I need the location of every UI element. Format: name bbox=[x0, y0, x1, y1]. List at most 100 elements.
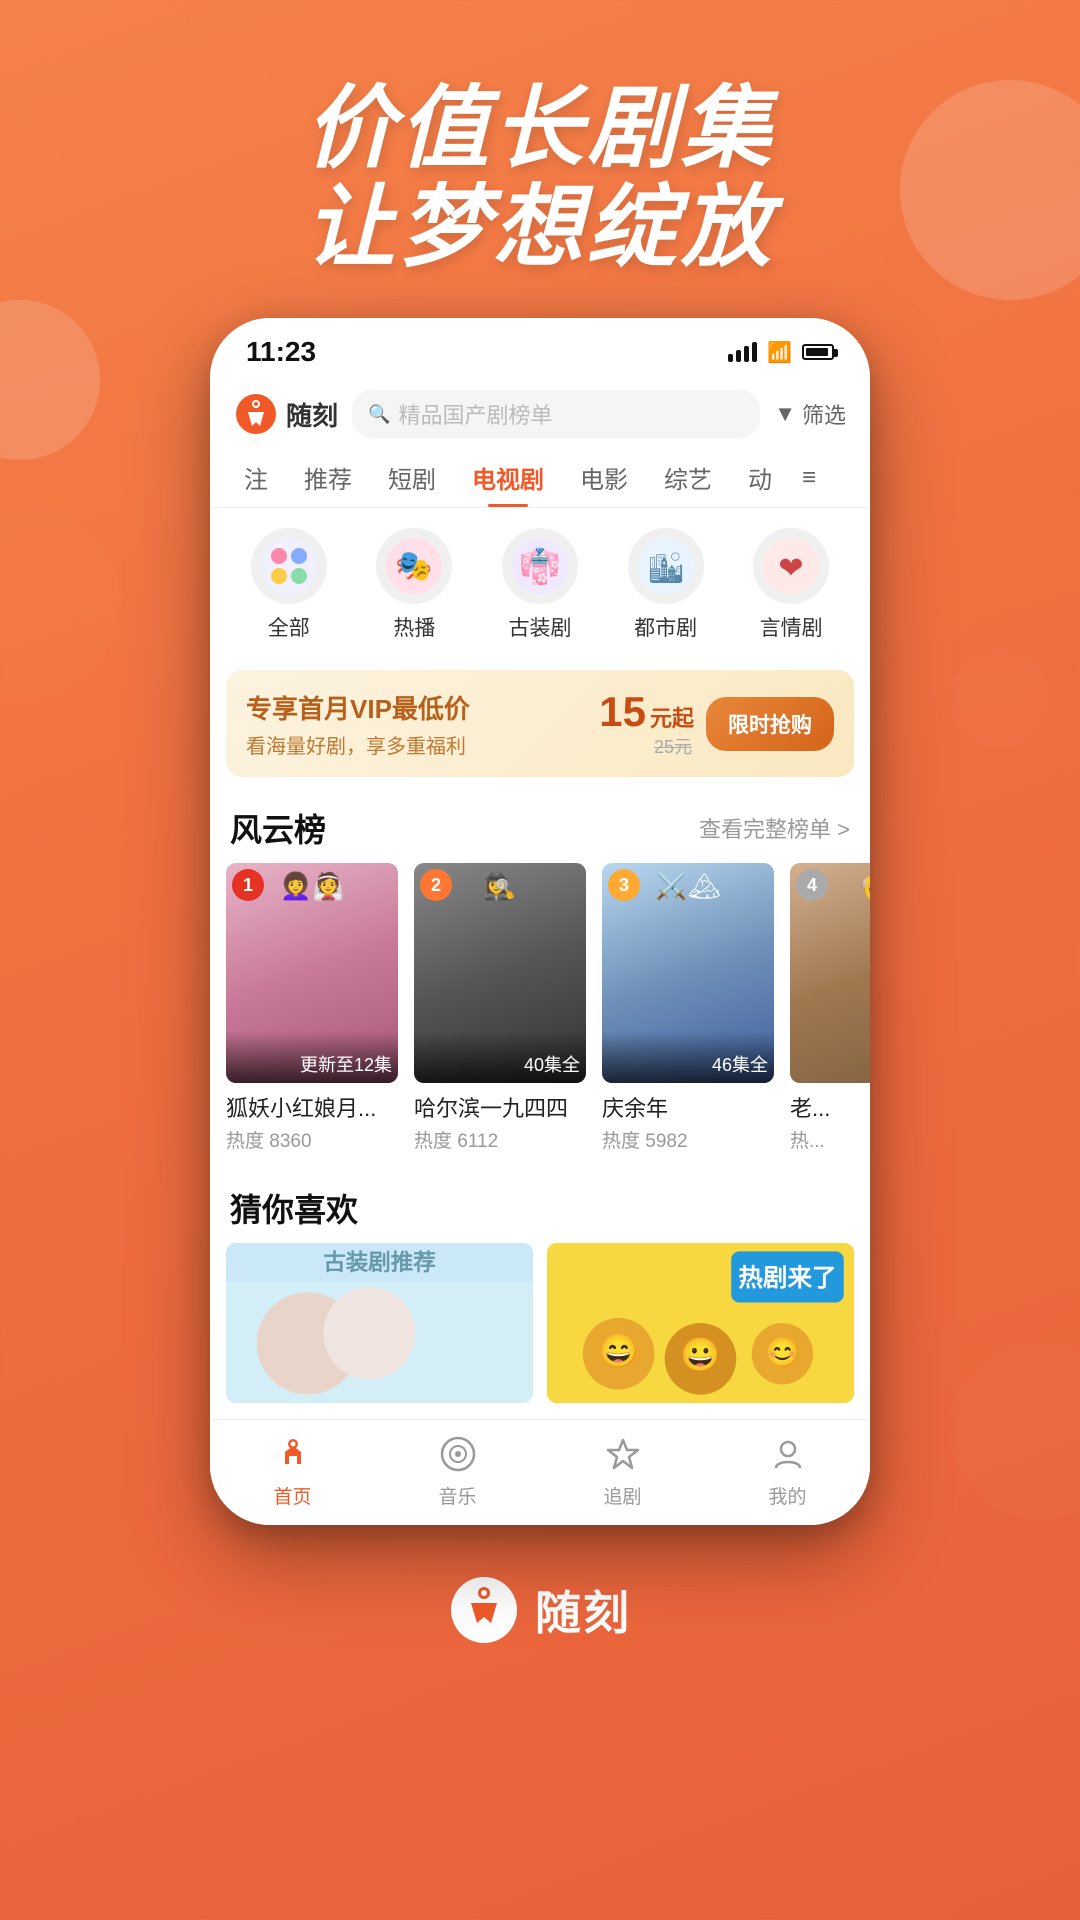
category-all-label: 全部 bbox=[268, 612, 310, 642]
category-ancient[interactable]: 👘 古装剧 bbox=[490, 528, 590, 642]
category-all[interactable]: 全部 bbox=[239, 528, 339, 642]
battery-icon bbox=[802, 344, 834, 360]
signal-icon bbox=[728, 342, 757, 362]
search-icon: 🔍 bbox=[368, 404, 390, 425]
svg-text:古装剧推荐: 古装剧推荐 bbox=[323, 1250, 436, 1275]
profile-icon bbox=[766, 1432, 810, 1476]
tab-animation[interactable]: 动 bbox=[730, 448, 790, 507]
drama-heat-2: 热度 6112 bbox=[414, 1126, 586, 1153]
phone-mockup: 11:23 📶 bbox=[0, 318, 1080, 1525]
drama-card-4[interactable]: 👴 4 老... 热... bbox=[790, 863, 870, 1153]
nav-home[interactable]: 首页 bbox=[271, 1432, 315, 1509]
music-icon bbox=[436, 1432, 480, 1476]
category-romance[interactable]: ❤ 言情剧 bbox=[741, 528, 841, 642]
tab-tvdrama[interactable]: 电视剧 bbox=[454, 448, 562, 507]
nav-follow[interactable]: 追剧 bbox=[601, 1432, 645, 1509]
follow-icon bbox=[601, 1432, 645, 1476]
episode-badge-3: 46集全 bbox=[602, 1031, 774, 1083]
brand-name-text: 随刻 bbox=[535, 1577, 631, 1643]
tab-variety[interactable]: 综艺 bbox=[646, 448, 730, 507]
nav-profile-label: 我的 bbox=[768, 1482, 806, 1509]
app-logo: 随刻 bbox=[234, 392, 338, 436]
search-bar[interactable]: 🔍 精品国产剧榜单 bbox=[352, 390, 760, 438]
vip-price-unit: 元起 bbox=[650, 701, 694, 733]
vip-main-text: 专享首月VIP最低价 bbox=[246, 689, 587, 726]
category-hot-label: 热播 bbox=[393, 612, 435, 642]
recommend-header: 猜你喜欢 bbox=[210, 1169, 870, 1243]
episode-badge-2: 40集全 bbox=[414, 1031, 586, 1083]
recommend-title: 猜你喜欢 bbox=[230, 1185, 358, 1231]
svg-text:❤: ❤ bbox=[779, 552, 804, 585]
vip-price-block: 15 元起 25元 bbox=[599, 688, 694, 759]
status-bar: 11:23 📶 bbox=[210, 318, 870, 376]
recommend-list: 古装剧推荐 热剧来了 😄 😀 😊 bbox=[210, 1243, 870, 1419]
drama-name-4: 老... bbox=[790, 1091, 870, 1123]
rank-badge-1: 1 bbox=[232, 869, 264, 901]
wifi-icon: 📶 bbox=[767, 340, 792, 365]
svg-text:热剧来了: 热剧来了 bbox=[738, 1264, 836, 1292]
tab-recommend[interactable]: 推荐 bbox=[286, 448, 370, 507]
rank-badge-2: 2 bbox=[420, 869, 452, 901]
recommend-card-1[interactable]: 古装剧推荐 bbox=[226, 1243, 533, 1403]
bottom-brand: 随刻 bbox=[0, 1525, 1080, 1685]
brand-logo-icon bbox=[449, 1575, 519, 1645]
rank-badge-3: 3 bbox=[608, 869, 640, 901]
bottom-nav: 首页 音乐 bbox=[210, 1419, 870, 1525]
category-romance-label: 言情剧 bbox=[760, 612, 823, 642]
category-romance-icon: ❤ bbox=[753, 528, 829, 604]
tab-movie[interactable]: 电影 bbox=[562, 448, 646, 507]
filter-icon: ▼ bbox=[774, 401, 796, 427]
drama-poster-4: 👴 4 bbox=[790, 863, 870, 1083]
category-urban[interactable]: 🏙 都市剧 bbox=[616, 528, 716, 642]
vip-sub-text: 看海量好剧，享多重福利 bbox=[246, 730, 587, 759]
bg-decoration-5 bbox=[950, 650, 1050, 750]
svg-text:🏙: 🏙 bbox=[647, 552, 685, 585]
tab-shortdrama[interactable]: 短剧 bbox=[370, 448, 454, 507]
recommend-card-2[interactable]: 热剧来了 😄 😀 😊 bbox=[547, 1243, 854, 1403]
drama-heat-3: 热度 5982 bbox=[602, 1126, 774, 1153]
svg-text:😊: 😊 bbox=[765, 1336, 801, 1369]
drama-poster-2: 🕵️‍♀️ 2 40集全 bbox=[414, 863, 586, 1083]
rankings-title: 风云榜 bbox=[230, 805, 326, 851]
svg-text:🎭: 🎭 bbox=[396, 550, 433, 583]
search-placeholder-text: 精品国产剧榜单 bbox=[398, 398, 552, 430]
vip-purchase-button[interactable]: 限时抢购 bbox=[706, 697, 834, 751]
drama-card-1[interactable]: 👩‍🦱👰 1 更新至12集 狐妖小红娘月... 热度 8360 bbox=[226, 863, 398, 1153]
category-all-icon bbox=[251, 528, 327, 604]
nav-music[interactable]: 音乐 bbox=[436, 1432, 480, 1509]
status-time: 11:23 bbox=[246, 336, 316, 368]
nav-home-label: 首页 bbox=[273, 1482, 311, 1509]
tab-subscription[interactable]: 注 bbox=[226, 448, 286, 507]
nav-follow-label: 追剧 bbox=[603, 1482, 641, 1509]
vip-price-number: 15 bbox=[599, 688, 646, 736]
app-content: 随刻 🔍 精品国产剧榜单 ▼ 筛选 注 推荐 短剧 电视剧 电影 综艺 bbox=[210, 376, 870, 1525]
nav-profile[interactable]: 我的 bbox=[766, 1432, 810, 1509]
svg-text:😄: 😄 bbox=[598, 1332, 639, 1369]
drama-poster-1: 👩‍🦱👰 1 更新至12集 bbox=[226, 863, 398, 1083]
drama-name-1: 狐妖小红娘月... bbox=[226, 1091, 398, 1123]
drama-name-3: 庆余年 bbox=[602, 1091, 774, 1123]
app-header: 随刻 🔍 精品国产剧榜单 ▼ 筛选 bbox=[210, 376, 870, 448]
nav-tabs: 注 推荐 短剧 电视剧 电影 综艺 动 ≡ bbox=[210, 448, 870, 508]
rankings-more-link[interactable]: 查看完整榜单 > bbox=[699, 812, 850, 844]
category-urban-icon: 🏙 bbox=[628, 528, 704, 604]
filter-button[interactable]: ▼ 筛选 bbox=[774, 398, 846, 430]
status-icons: 📶 bbox=[728, 340, 834, 365]
nav-more-button[interactable]: ≡ bbox=[790, 448, 828, 507]
categories-row: 全部 🎭 热播 👘 bbox=[210, 508, 870, 658]
drama-name-2: 哈尔滨一九四四 bbox=[414, 1091, 586, 1123]
vip-banner[interactable]: 专享首月VIP最低价 看海量好剧，享多重福利 15 元起 25元 限时抢购 bbox=[226, 670, 854, 777]
category-urban-label: 都市剧 bbox=[634, 612, 697, 642]
nav-music-label: 音乐 bbox=[438, 1482, 476, 1509]
drama-card-3[interactable]: ⚔️🏔 3 46集全 庆余年 热度 5982 bbox=[602, 863, 774, 1153]
rank-badge-4: 4 bbox=[796, 869, 828, 901]
category-hot[interactable]: 🎭 热播 bbox=[364, 528, 464, 642]
rankings-header: 风云榜 查看完整榜单 > bbox=[210, 789, 870, 863]
filter-label: 筛选 bbox=[802, 398, 846, 430]
logo-text: 随刻 bbox=[286, 396, 338, 433]
drama-poster-3: ⚔️🏔 3 46集全 bbox=[602, 863, 774, 1083]
home-icon bbox=[271, 1432, 315, 1476]
drama-card-2[interactable]: 🕵️‍♀️ 2 40集全 哈尔滨一九四四 热度 6112 bbox=[414, 863, 586, 1153]
drama-heat-4: 热... bbox=[790, 1126, 870, 1153]
svg-text:😀: 😀 bbox=[680, 1336, 721, 1373]
